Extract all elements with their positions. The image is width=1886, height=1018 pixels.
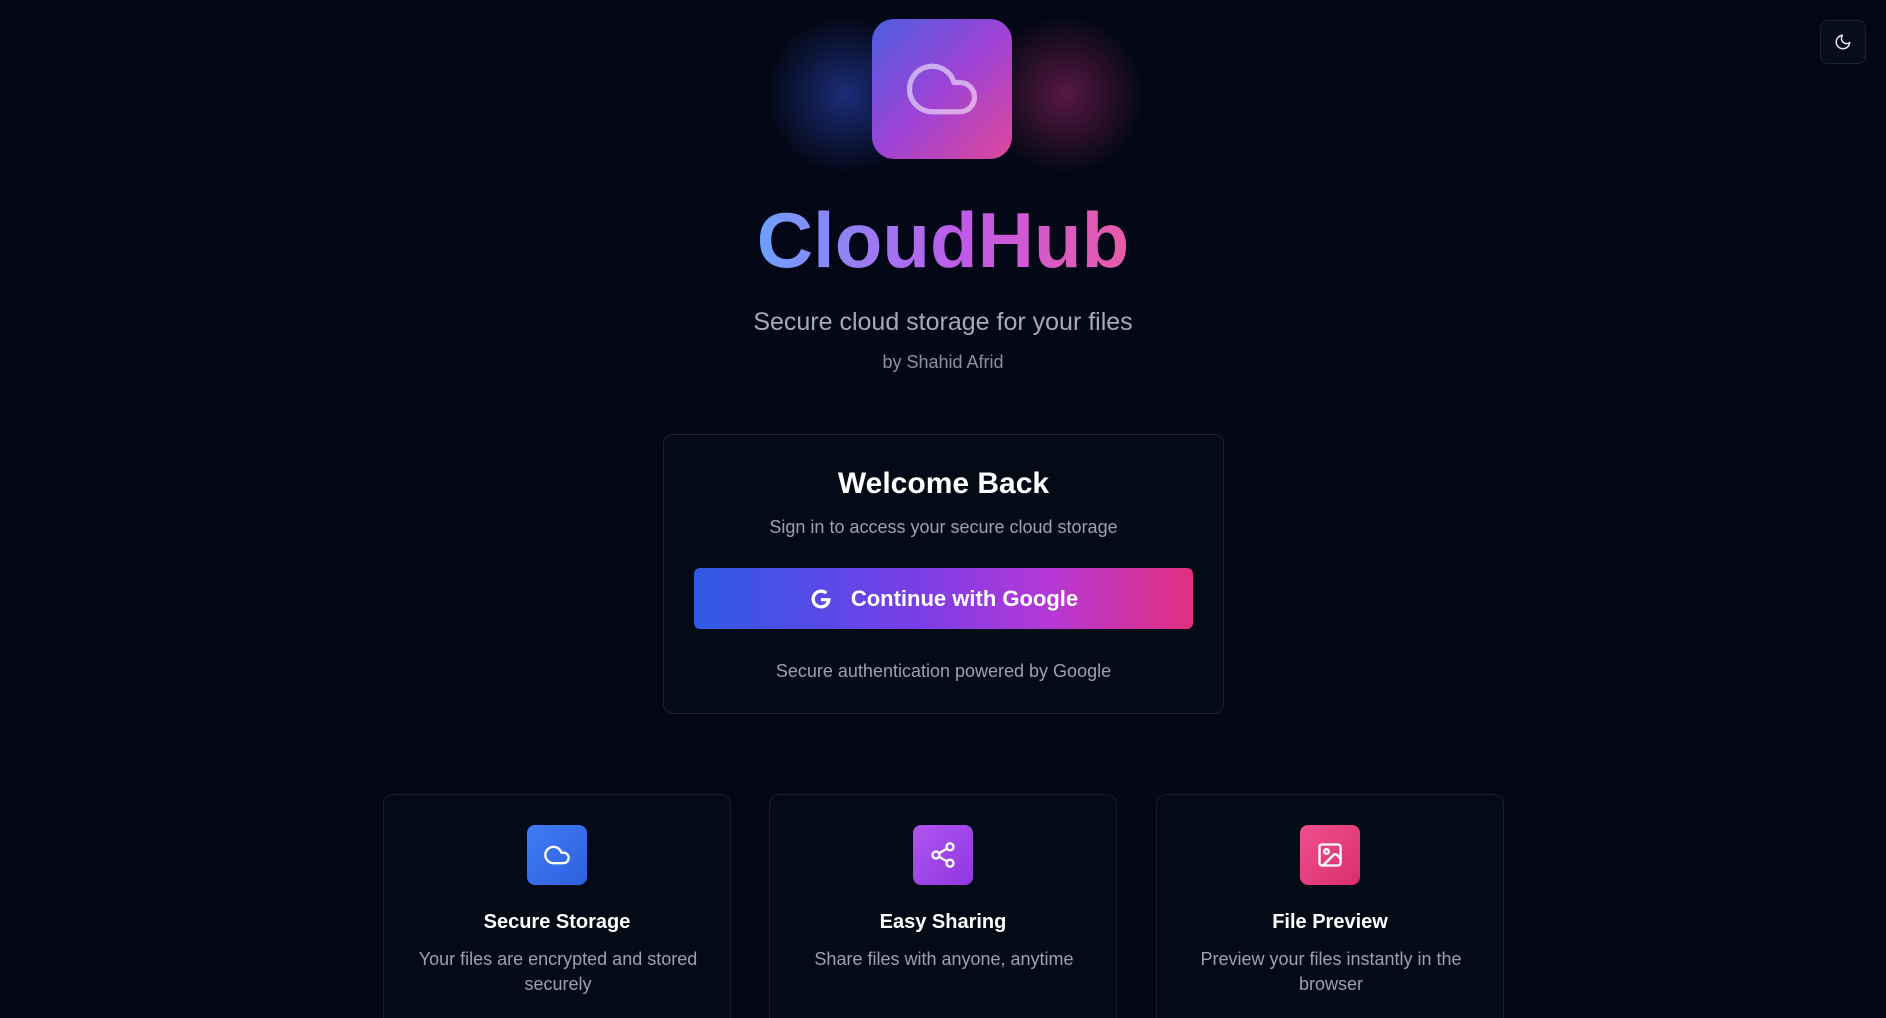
feature-icon-tile [1300,825,1360,885]
cloud-icon [544,845,570,865]
login-page: CloudHub Secure cloud storage for your f… [0,0,1886,1018]
google-sign-in-button[interactable]: Continue with Google [694,568,1193,629]
login-card: Welcome Back Sign in to access your secu… [663,434,1224,714]
feature-description: Preview your files instantly in the brow… [1200,949,1462,994]
feature-description: Your files are encrypted and stored secu… [418,949,698,994]
google-button-label: Continue with Google [850,585,1079,611]
feature-description: Share files with anyone, anytime [814,949,1074,969]
feature-title: Easy Sharing [879,911,1007,933]
feature-title: Secure Storage [483,911,631,933]
login-subtitle: Sign in to access your secure cloud stor… [769,517,1118,537]
feature-card-easy-sharing: Easy Sharing Share files with anyone, an… [769,794,1117,1018]
moon-icon [1835,34,1851,50]
image-icon [1318,843,1342,867]
share-icon [931,842,955,868]
cloud-icon [906,63,978,115]
app-logo [872,19,1012,159]
app-tagline: Secure cloud storage for your files [753,308,1133,336]
feature-icon-tile [527,825,587,885]
feature-title: File Preview [1272,911,1388,933]
app-byline: by Shahid Afrid [882,352,1004,372]
feature-icon-tile [913,825,973,885]
google-icon [811,588,831,608]
login-title: Welcome Back [837,467,1050,500]
feature-card-file-preview: File Preview Preview your files instantl… [1156,794,1504,1018]
theme-toggle-button[interactable] [1820,20,1866,64]
feature-card-secure-storage: Secure Storage Your files are encrypted … [383,794,731,1018]
app-title: CloudHub [756,196,1130,284]
auth-note: Secure authentication powered by Google [775,661,1112,681]
